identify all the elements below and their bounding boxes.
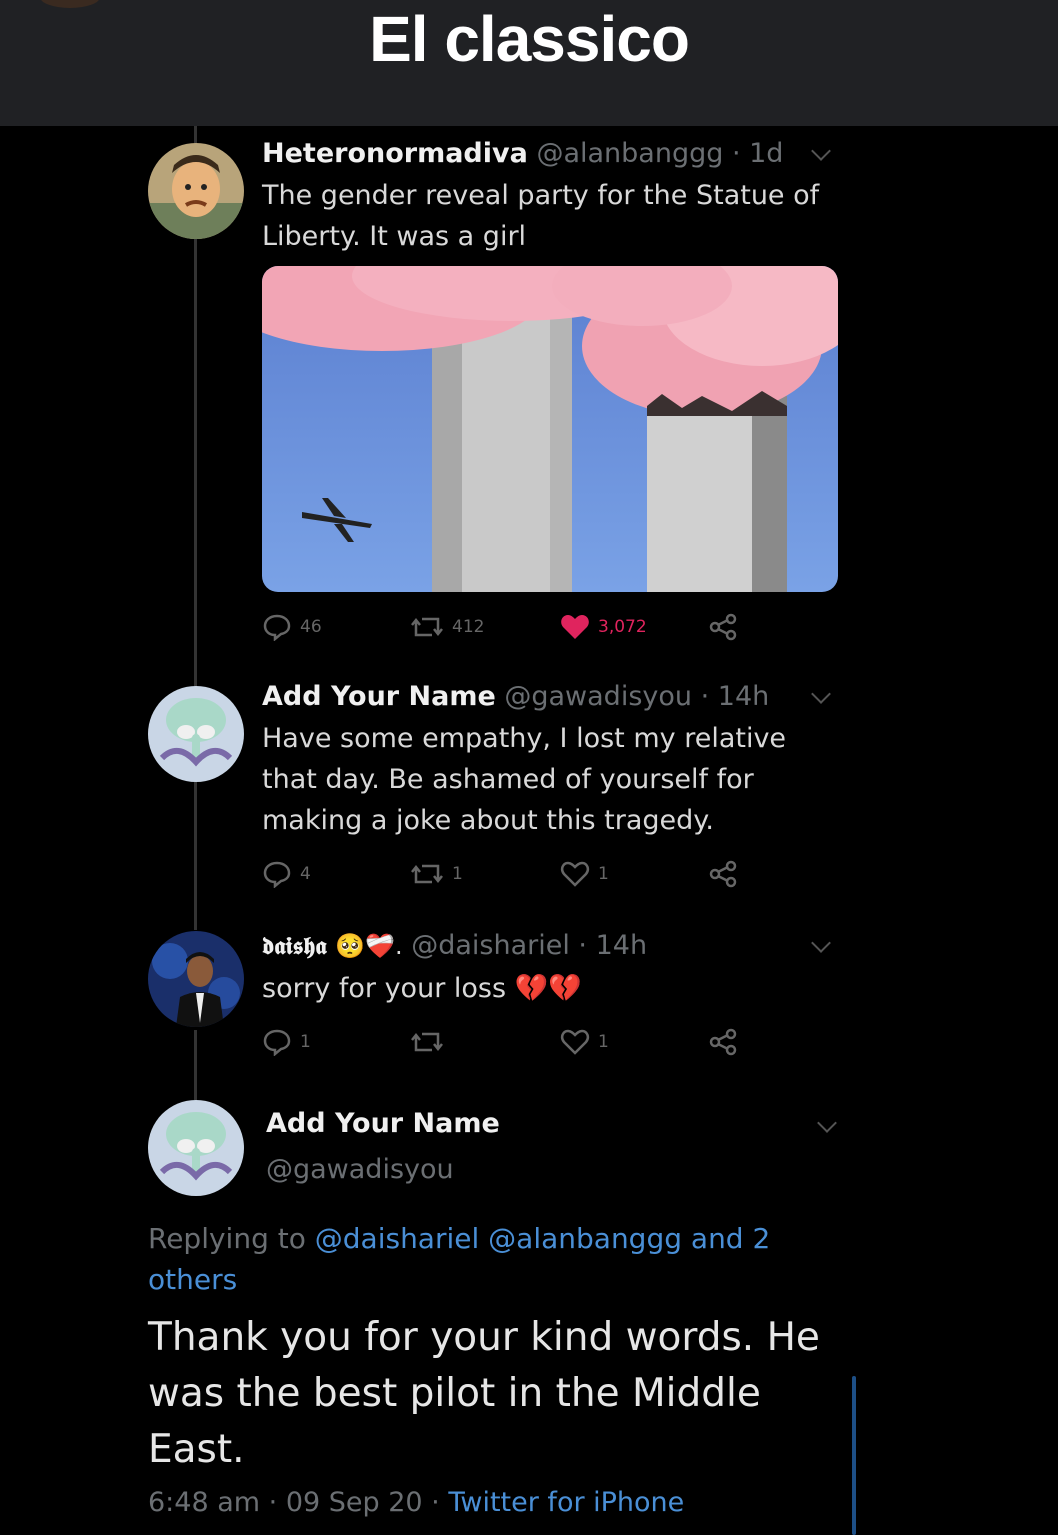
author-handle[interactable]: @gawadisyou: [504, 681, 692, 712]
broken-heart-emojis: 💔💔: [514, 973, 582, 1004]
reply-icon: [263, 1029, 291, 1056]
retweet-count: 1: [452, 864, 463, 884]
share-button[interactable]: [708, 860, 738, 888]
tweet-header: Heteronormadiva @alanbanggg · 1d: [262, 138, 783, 169]
like-button[interactable]: 1: [560, 1028, 609, 1056]
tweet-actions: 4 1 1: [262, 860, 742, 890]
retweet-count: 412: [452, 617, 485, 637]
share-button[interactable]: [708, 613, 738, 641]
author-name[interactable]: Add Your Name: [262, 681, 496, 712]
tweet-header: 𝖉𝖆𝖎𝖘𝖍𝖆 🥺❤️‍🩹. @daishariel · 14h: [262, 930, 647, 961]
tweet-actions: 1 1: [262, 1028, 742, 1058]
author-handle[interactable]: @gawadisyou: [266, 1154, 454, 1185]
tweet-text: Have some empathy, I lost my relative th…: [262, 723, 787, 836]
chevron-down-icon[interactable]: [817, 1113, 837, 1133]
name-emojis: 🥺❤️‍🩹.: [335, 932, 403, 960]
author-handle[interactable]: @alanbanggg: [536, 138, 723, 169]
reply-button[interactable]: 4: [262, 860, 311, 888]
scrollbar[interactable]: [852, 1376, 856, 1535]
retweet-icon: [411, 617, 443, 637]
reply-button[interactable]: 46: [262, 613, 322, 641]
author-name[interactable]: Heteronormadiva: [262, 138, 528, 169]
share-icon: [709, 1028, 737, 1056]
tweet-time: 6:48 am: [148, 1487, 261, 1518]
share-icon: [709, 613, 737, 641]
reply-count: 46: [300, 617, 322, 637]
retweet-button[interactable]: 1: [410, 860, 463, 888]
tweet-time: · 14h: [578, 930, 648, 961]
avatar[interactable]: [148, 143, 244, 239]
replying-links[interactable]: @daishariel @alanbanggg and 2: [315, 1222, 771, 1255]
like-button[interactable]: 1: [560, 860, 609, 888]
tweet-time: · 14h: [700, 681, 770, 712]
author-name[interactable]: 𝖉𝖆𝖎𝖘𝖍𝖆: [262, 931, 327, 960]
share-icon: [709, 860, 737, 888]
retweet-button[interactable]: 412: [410, 613, 484, 641]
like-button[interactable]: 3,072: [560, 613, 647, 641]
avatar[interactable]: [148, 931, 244, 1027]
story-header: El classico: [0, 0, 1058, 126]
author-handle[interactable]: @daishariel: [411, 930, 570, 961]
retweet-icon: [411, 1032, 443, 1052]
retweet-icon: [411, 864, 443, 884]
replying-prefix: Replying to: [148, 1222, 306, 1255]
author-handle-row: @gawadisyou: [266, 1154, 454, 1185]
tweet-meta: 6:48 am · 09 Sep 20 · Twitter for iPhone: [148, 1487, 684, 1518]
tweet-source[interactable]: Twitter for iPhone: [448, 1487, 684, 1518]
focus-tweet-text: Thank you for your kind words. He was th…: [148, 1315, 820, 1472]
like-count: 1: [598, 1032, 609, 1052]
tweet-text: The gender reveal party for the Statue o…: [262, 180, 820, 252]
reply-count: 1: [300, 1032, 311, 1052]
thread-line: [194, 1030, 197, 1100]
replying-to: Replying to @daishariel @alanbanggg and …: [148, 1218, 788, 1300]
tweet-text: sorry for your loss 💔💔: [262, 968, 802, 1009]
reply-icon: [263, 614, 291, 641]
reply-icon: [263, 861, 291, 888]
reply-count: 4: [300, 864, 311, 884]
heart-icon: [560, 1029, 590, 1055]
tweet-time: · 1d: [731, 138, 784, 169]
chevron-down-icon[interactable]: [811, 933, 831, 953]
heart-icon: [560, 861, 590, 887]
header-title: El classico: [369, 3, 690, 75]
like-count: 3,072: [598, 617, 647, 637]
chevron-down-icon[interactable]: [811, 684, 831, 704]
retweet-button[interactable]: [410, 1028, 452, 1056]
tweet-actions: 46 412 3,072: [262, 613, 742, 643]
tweet-image[interactable]: [262, 266, 838, 592]
author-name[interactable]: Add Your Name: [266, 1108, 500, 1139]
avatar[interactable]: [148, 686, 244, 782]
thread-line: [194, 780, 197, 930]
tweet-header: Add Your Name @gawadisyou · 14h: [262, 681, 769, 712]
share-button[interactable]: [708, 1028, 738, 1056]
chevron-down-icon[interactable]: [811, 141, 831, 161]
reply-button[interactable]: 1: [262, 1028, 311, 1056]
heart-icon: [561, 615, 589, 639]
author-name-row: Add Your Name: [266, 1108, 500, 1139]
tweet-date: · 09 Sep 20 ·: [268, 1487, 440, 1518]
like-count: 1: [598, 864, 609, 884]
tweet-text-content: sorry for your loss: [262, 973, 507, 1004]
replying-links-others[interactable]: others: [148, 1263, 237, 1296]
avatar[interactable]: [148, 1100, 244, 1196]
